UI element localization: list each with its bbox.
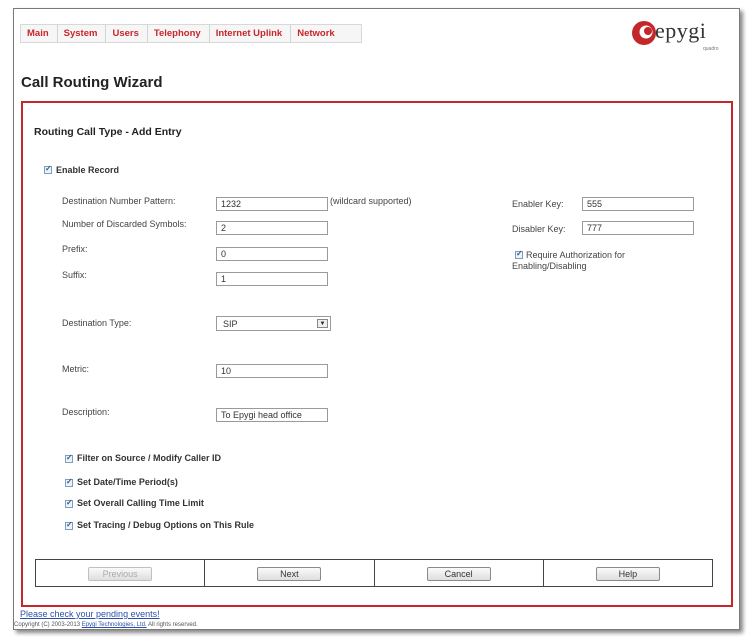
require-auth-label-line2: Enabling/Disabling [512,261,587,271]
dest-pattern-input[interactable]: 1232 [216,197,328,211]
top-nav: Main System Users Telephony Internet Upl… [20,24,362,43]
prefix-input[interactable]: 0 [216,247,328,261]
previous-button[interactable]: Previous [88,567,153,581]
datetime-period-checkbox[interactable] [65,477,73,487]
logo-wordmark: epygi [655,18,707,43]
help-button[interactable]: Help [595,567,660,581]
filter-source-checkbox[interactable] [65,453,73,463]
logo-subtitle: quadro [703,46,719,52]
suffix-input[interactable]: 1 [216,272,328,286]
enabler-key-input[interactable]: 555 [582,197,694,211]
pending-events-link[interactable]: Please check your pending events! [20,609,160,619]
cancel-button[interactable]: Cancel [426,567,491,581]
discarded-input[interactable]: 2 [216,221,328,235]
dest-type-select[interactable]: SIP ▼ [216,316,331,331]
nav-item-telephony[interactable]: Telephony [148,25,210,42]
nav-item-users[interactable]: Users [106,25,148,42]
dest-type-value: SIP [223,319,238,329]
logo-swoosh-icon [632,21,656,45]
disabler-key-input[interactable]: 777 [582,221,694,235]
epygi-logo: epygi quadro [631,18,731,52]
calling-time-limit-label: Set Overall Calling Time Limit [77,498,204,508]
enable-record-label: Enable Record [56,165,120,175]
description-label: Description: [62,407,110,417]
enable-record-checkbox[interactable] [44,164,52,174]
dest-type-label: Destination Type: [62,318,132,328]
disabler-key-label: Disabler Key: [512,224,566,234]
previous-cell: Previous [36,560,206,586]
copyright-suffix: All rights reserved. [148,622,198,628]
tracing-debug-checkbox[interactable] [65,520,73,530]
dest-pattern-label: Destination Number Pattern: [62,196,176,206]
nav-item-main[interactable]: Main [21,25,58,42]
next-button[interactable]: Next [257,567,322,581]
nav-item-system[interactable]: System [58,25,107,42]
tracing-debug-label: Set Tracing / Debug Options on This Rule [77,520,255,530]
suffix-label: Suffix: [62,270,87,280]
chevron-down-icon[interactable]: ▼ [317,319,328,328]
cancel-cell: Cancel [375,560,544,586]
section-title: Routing Call Type - Add Entry [34,126,182,138]
require-auth-label-line1: Require Authorization for [526,250,626,260]
company-link[interactable]: Epygi Technologies, Ltd. [82,622,147,628]
prefix-label: Prefix: [62,244,88,254]
next-cell: Next [205,560,375,586]
discarded-label: Number of Discarded Symbols: [62,219,187,229]
description-input[interactable]: To Epygi head office [216,408,328,422]
enabler-key-label: Enabler Key: [512,199,564,209]
wizard-panel [21,101,733,607]
require-auth-checkbox[interactable] [515,249,523,259]
filter-source-label: Filter on Source / Modify Caller ID [77,453,222,463]
copyright-prefix: Copyright (C) 2003-2013 [14,622,81,628]
datetime-period-label: Set Date/Time Period(s) [77,477,178,487]
nav-item-network[interactable]: Network [291,25,360,42]
copyright: Copyright (C) 2003-2013 Epygi Technologi… [14,622,198,628]
page-title: Call Routing Wizard [21,74,163,91]
wildcard-hint: (wildcard supported) [330,196,412,206]
calling-time-limit-checkbox[interactable] [65,498,73,508]
metric-input[interactable]: 10 [216,364,328,378]
metric-label: Metric: [62,364,89,374]
wizard-button-bar: Previous Next Cancel Help [35,559,713,587]
help-cell: Help [544,560,712,586]
nav-item-internet-uplink[interactable]: Internet Uplink [210,25,292,42]
